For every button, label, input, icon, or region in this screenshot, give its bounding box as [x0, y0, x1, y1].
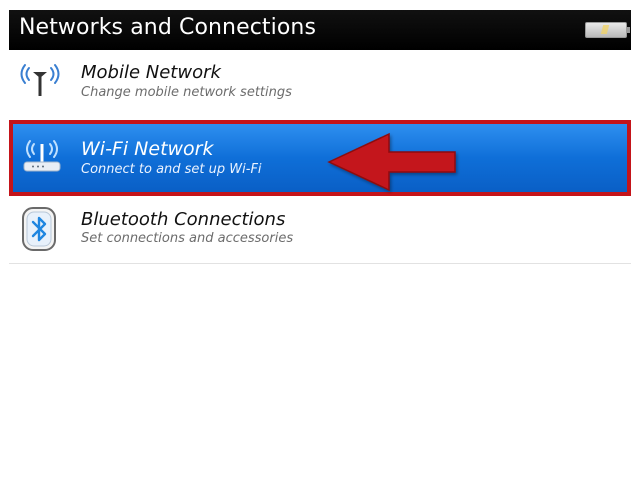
menu-item-label: Bluetooth Connections — [81, 209, 286, 230]
device-screen: Networks and Connections Mobile Network … — [9, 10, 631, 478]
bluetooth-icon — [21, 206, 57, 252]
battery-charging-icon — [585, 22, 630, 38]
menu-item-bluetooth-connections[interactable]: Bluetooth Connections Set connections an… — [9, 196, 631, 264]
title-bar: Networks and Connections — [9, 10, 631, 50]
menu-item-subtitle: Change mobile network settings — [81, 85, 292, 100]
menu-item-label: Wi-Fi Network — [81, 138, 214, 160]
menu-item-subtitle: Set connections and accessories — [81, 231, 294, 246]
antenna-icon — [17, 60, 63, 100]
menu-item-mobile-network[interactable]: Mobile Network Change mobile network set… — [9, 50, 631, 120]
menu-item-wifi-network[interactable]: Wi-Fi Network Connect to and set up Wi-F… — [9, 120, 631, 196]
red-arrow-icon — [327, 130, 463, 194]
menu-item-subtitle: Connect to and set up Wi-Fi — [81, 162, 262, 177]
page-title: Networks and Connections — [19, 15, 317, 40]
charging-bolt — [600, 25, 610, 34]
menu-item-label: Mobile Network — [81, 62, 221, 83]
wifi-router-icon — [19, 138, 65, 178]
